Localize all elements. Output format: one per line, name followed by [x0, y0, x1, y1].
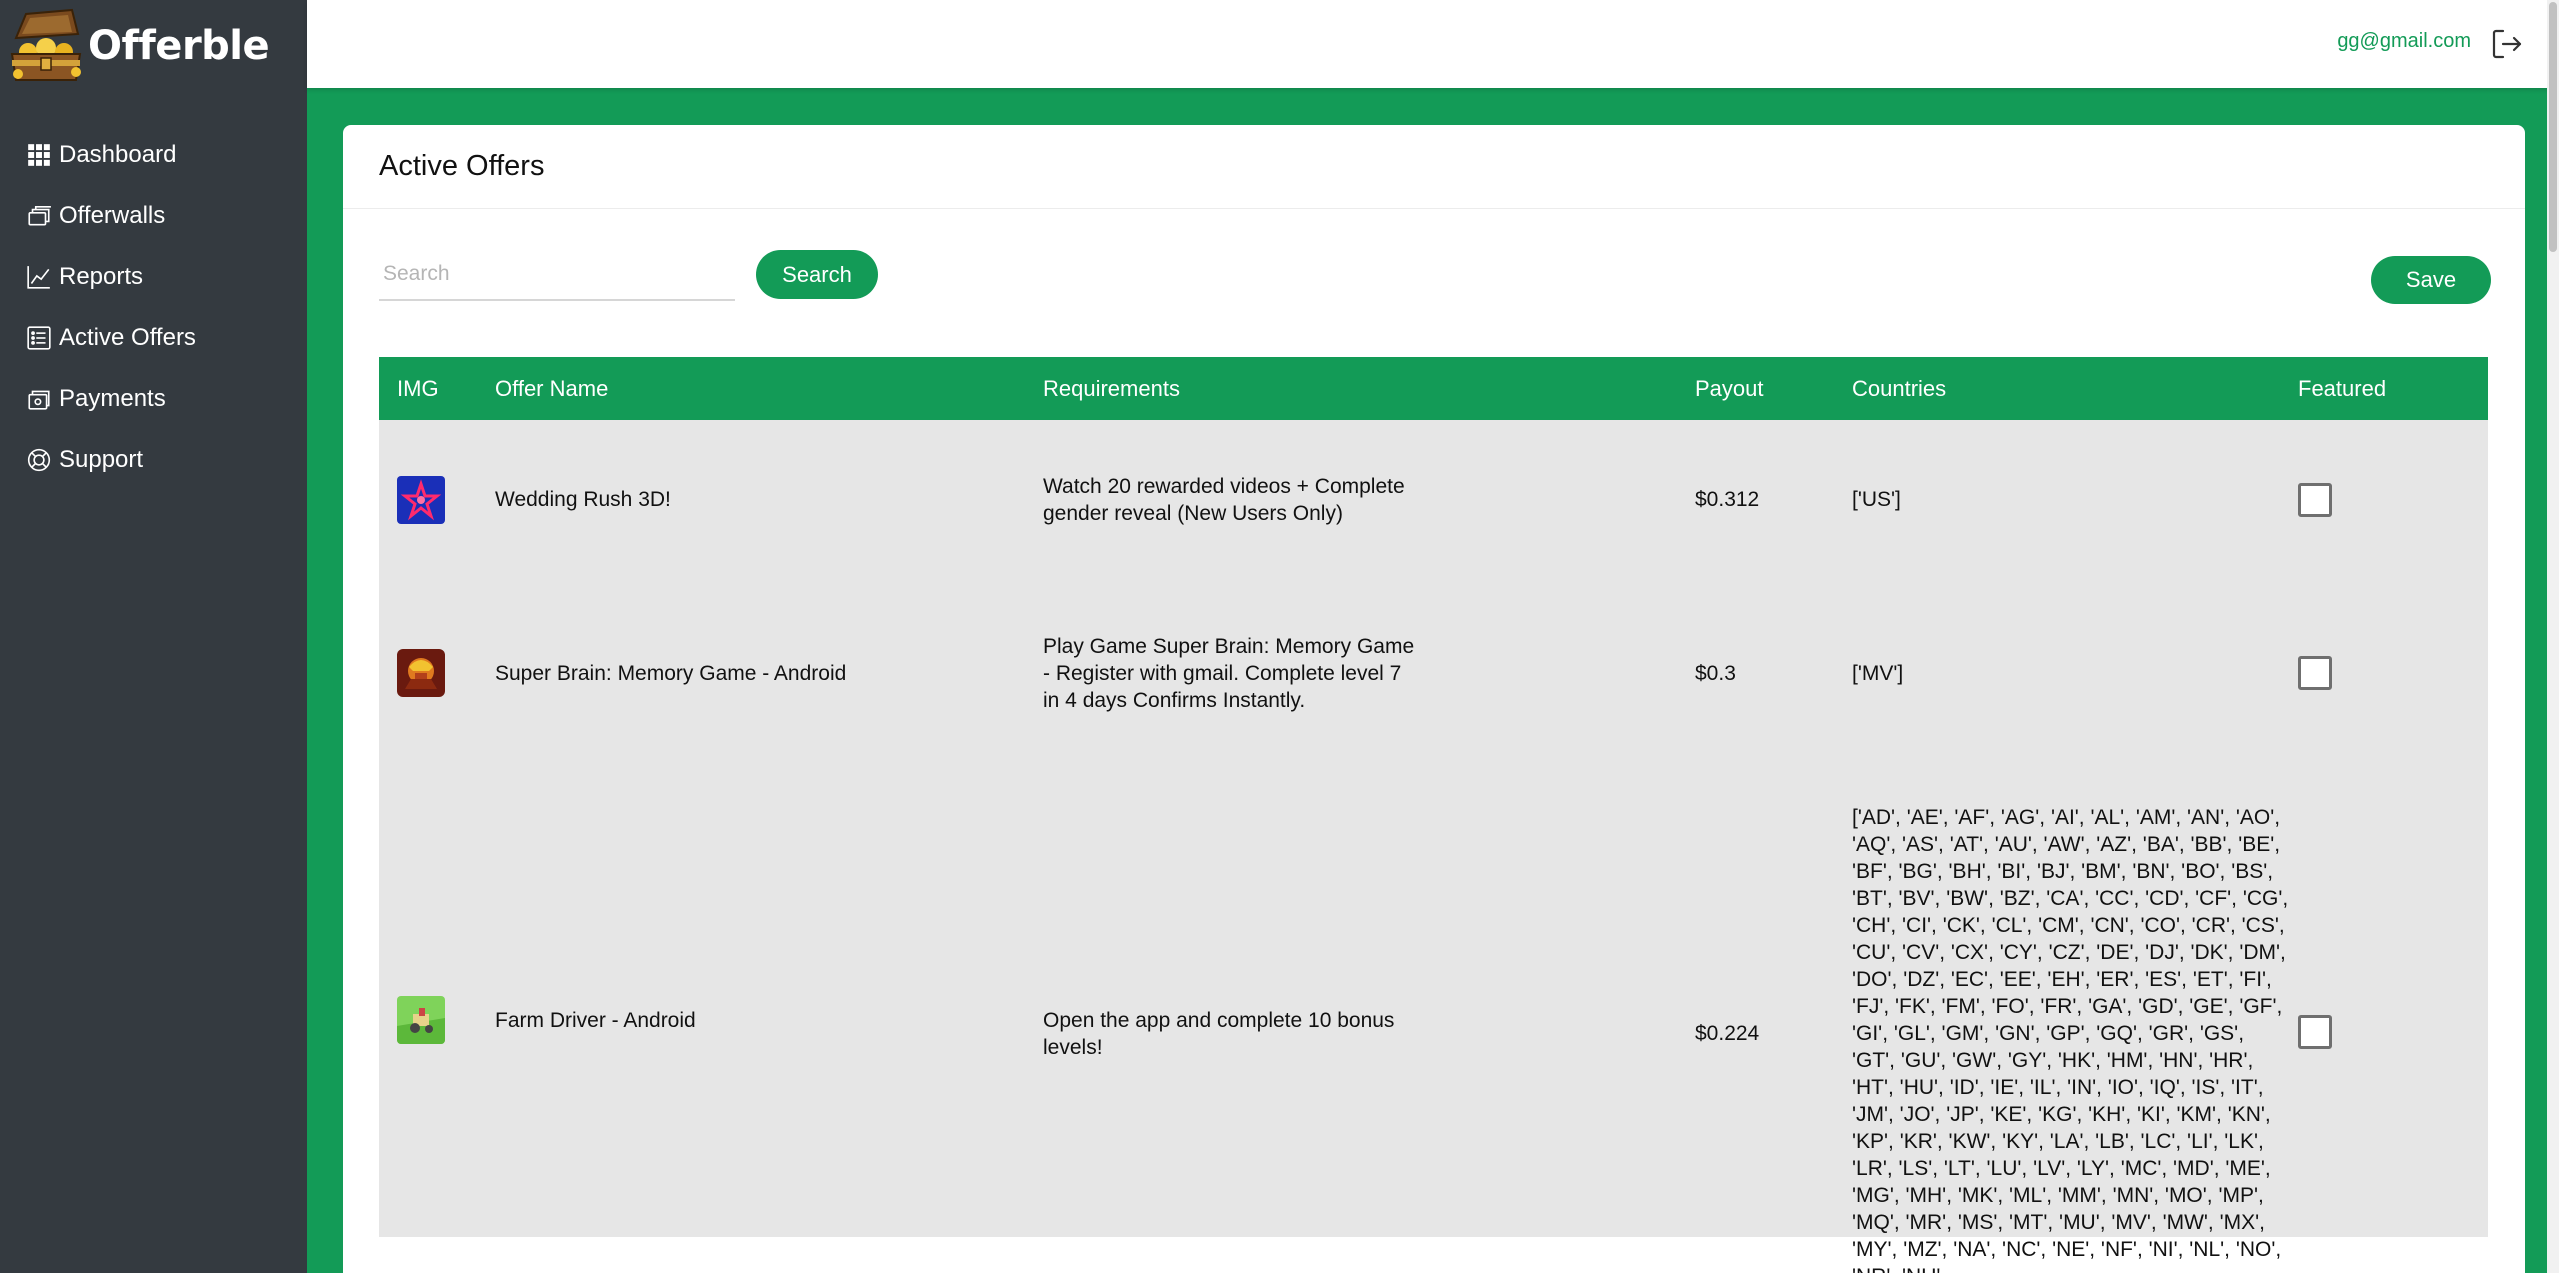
offer-requirements: Watch 20 rewarded videos + Complete gend…	[1043, 474, 1405, 525]
offer-requirements: Play Game Super Brain: Memory Game - Reg…	[1043, 634, 1415, 712]
sidebar-item-reports[interactable]: Reports	[0, 246, 307, 307]
brand-logo[interactable]: Offerble	[6, 6, 270, 86]
featured-checkbox[interactable]	[2298, 482, 2332, 517]
offer-requirements: Open the app and complete 10 bonus level…	[1043, 1009, 1395, 1059]
sidebar-nav: Dashboard Offerwalls Reports Active Offe…	[0, 124, 307, 490]
search-button[interactable]: Search	[756, 250, 878, 299]
offer-thumbnail	[397, 649, 445, 697]
column-header-img: IMG	[397, 375, 439, 401]
sidebar-item-support[interactable]: Support	[0, 429, 307, 490]
table-header: IMG Offer Name Requirements Payout Count…	[379, 357, 2488, 420]
offer-thumbnail	[397, 996, 445, 1044]
column-header-requirements: Requirements	[1043, 375, 1180, 401]
cash-icon	[26, 386, 52, 412]
featured-checkbox[interactable]	[2298, 656, 2332, 690]
sidebar-item-label: Support	[59, 445, 144, 473]
list-icon	[26, 325, 52, 351]
page-title: Active Offers	[379, 150, 545, 182]
table-row: Wedding Rush 3D! Watch 20 rewarded video…	[379, 420, 2488, 579]
sidebar-item-active-offers[interactable]: Active Offers	[0, 307, 307, 368]
offer-payout: $0.3	[1695, 661, 1736, 685]
offer-payout: $0.312	[1695, 488, 1760, 511]
card-header: Active Offers	[343, 125, 2525, 209]
offer-name: Wedding Rush 3D!	[495, 488, 671, 511]
user-email[interactable]: gg@gmail.com	[2337, 30, 2471, 53]
scrollbar-thumb[interactable]	[2549, 2, 2557, 252]
table-row: Farm Driver - Android Open the app and c…	[379, 767, 2488, 1273]
offer-name: Farm Driver - Android	[495, 1009, 696, 1032]
save-button[interactable]: Save	[2371, 256, 2491, 304]
chart-icon	[26, 264, 52, 290]
offers-table: IMG Offer Name Requirements Payout Count…	[379, 357, 2488, 1273]
sidebar-item-payments[interactable]: Payments	[0, 368, 307, 429]
sidebar-item-offerwalls[interactable]: Offerwalls	[0, 185, 307, 246]
column-header-offer-name: Offer Name	[495, 375, 609, 401]
offer-name: Super Brain: Memory Game - Android	[495, 661, 847, 685]
offer-countries: ['US']	[1852, 488, 1901, 511]
active-offers-card: Active Offers Search Save IMG Offer Name…	[343, 125, 2525, 1273]
layers-icon	[26, 203, 52, 229]
offer-countries: ['MV']	[1852, 661, 1904, 685]
offer-thumbnail	[397, 475, 445, 524]
sidebar-item-label: Dashboard	[59, 140, 177, 168]
grid-icon	[26, 142, 52, 168]
sidebar-item-label: Reports	[59, 262, 144, 290]
sidebar-item-label: Active Offers	[59, 323, 196, 351]
lifebuoy-icon	[26, 447, 52, 473]
offer-countries: ['AD', 'AE', 'AF', 'AG', 'AI', 'AL', 'AM…	[1852, 806, 2289, 1273]
table-row: Super Brain: Memory Game - Android Play …	[379, 579, 2488, 767]
sidebar-item-label: Offerwalls	[59, 201, 166, 229]
sidebar-item-dashboard[interactable]: Dashboard	[0, 124, 307, 185]
featured-checkbox[interactable]	[2298, 1015, 2332, 1049]
search-input[interactable]	[379, 249, 735, 301]
treasure-chest-icon	[6, 8, 86, 84]
column-header-countries: Countries	[1852, 375, 1947, 401]
offer-payout: $0.224	[1695, 1022, 1760, 1045]
column-header-featured: Featured	[2298, 375, 2387, 401]
logout-icon[interactable]	[2489, 26, 2525, 62]
sidebar: Offerble Dashboard Offerwalls Reports Ac…	[0, 0, 307, 1273]
page-scrollbar[interactable]	[2547, 0, 2559, 1273]
column-header-payout: Payout	[1695, 375, 1764, 401]
brand-name: Offerble	[88, 23, 270, 69]
sidebar-item-label: Payments	[59, 384, 166, 412]
top-header: gg@gmail.com	[307, 0, 2559, 88]
